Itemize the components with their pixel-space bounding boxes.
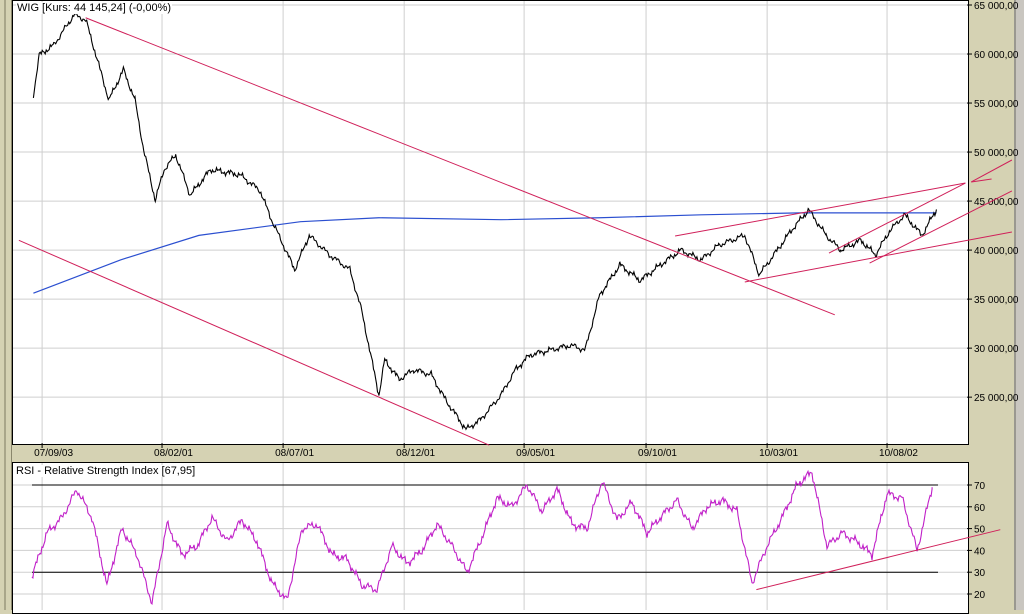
price-y-tick-label: 25 000,00 — [974, 393, 1019, 404]
rsi-plot — [13, 463, 967, 610]
price-y-tick-label: 30 000,00 — [974, 344, 1019, 355]
x-tick-label: 08/12/01 — [396, 448, 435, 459]
price-trendline — [85, 17, 835, 316]
price-trendline — [18, 239, 490, 446]
rsi-chart-title: RSI - Relative Strength Index [67,95] — [15, 465, 197, 477]
chart-canvas: 07/09/03 08/02/01 08/07/01 08/12/01 09/05/01… — [13, 1, 1019, 610]
rsi-y-tick-label: 40 — [974, 546, 986, 557]
x-tick-label: 07/09/03 — [34, 448, 73, 459]
price-y-tick-label: 60 000,00 — [974, 50, 1019, 61]
moving-average-line — [33, 212, 937, 294]
rsi-line — [31, 469, 933, 606]
x-tick-label: 10/08/02 — [879, 448, 918, 459]
x-tick-label: 09/10/01 — [638, 448, 677, 459]
price-plot — [13, 1, 967, 443]
rsi-trendline — [756, 529, 1001, 591]
price-y-tick-label: 55 000,00 — [974, 99, 1019, 110]
rsi-y-tick-label: 20 — [974, 590, 986, 601]
x-tick-label: 08/02/01 — [154, 448, 193, 459]
x-tick-label: 09/05/01 — [516, 448, 555, 459]
price-trendline — [828, 182, 966, 254]
rsi-y-tick-label: 30 — [974, 568, 986, 579]
rsi-y-tick-label: 70 — [974, 481, 986, 492]
price-trendline — [971, 159, 1013, 183]
price-y-tick-label: 40 000,00 — [974, 246, 1019, 257]
price-y-tick-label: 50 000,00 — [974, 148, 1019, 159]
wig-price-line — [32, 11, 937, 431]
x-tick-label: 10/03/01 — [759, 448, 798, 459]
price-chart-title: WIG [Kurs: 44 145,24] (-0,00%) — [16, 2, 173, 14]
price-y-tick-label: 35 000,00 — [974, 295, 1019, 306]
price-y-tick-label: 65 000,00 — [974, 1, 1019, 12]
x-tick-label: 08/07/01 — [275, 448, 314, 459]
rsi-y-tick-label: 60 — [974, 503, 986, 514]
